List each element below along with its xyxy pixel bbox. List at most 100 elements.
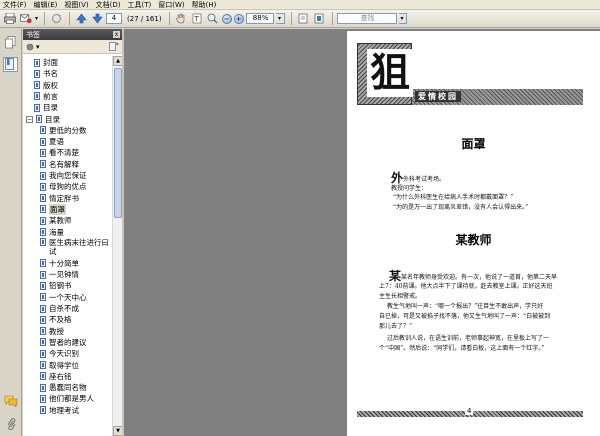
- bookmark-icon: [40, 194, 46, 203]
- bookmark-item[interactable]: 前言: [23, 91, 112, 102]
- section1-line: “为的是万一出了现离炎差错，没有人会认得出来。”: [393, 204, 529, 211]
- bookmark-item[interactable]: 某教师: [23, 215, 112, 226]
- bookmark-item[interactable]: 我向您保证: [23, 170, 112, 181]
- banner-text: 爱情校园: [415, 91, 461, 102]
- new-bookmark-button[interactable]: [109, 42, 119, 51]
- bookmark-label: 目录: [43, 103, 58, 113]
- bookmark-item[interactable]: 版权: [23, 80, 112, 91]
- rotate-icon[interactable]: [49, 12, 63, 26]
- toolbar-separator: [290, 12, 292, 25]
- section2-title: 某教师: [455, 233, 492, 247]
- bookmark-item[interactable]: 名有解释: [23, 159, 112, 170]
- bookmark-item[interactable]: 地理考试: [23, 405, 112, 416]
- bookmark-item[interactable]: 看不清楚: [23, 147, 112, 158]
- select-tool-icon[interactable]: T: [190, 12, 204, 26]
- bookmark-item[interactable]: 他们都是男人: [23, 393, 112, 404]
- section1-line: “为什么外科医生在给病人手术时都戴面罩？”: [393, 194, 514, 201]
- bookmark-item[interactable]: 情定胖书: [23, 193, 112, 204]
- minus-icon[interactable]: −: [221, 13, 232, 24]
- bookmark-label: 他们都是男人: [49, 394, 94, 404]
- options-button[interactable]: ▾: [26, 43, 40, 51]
- bookmark-item[interactable]: 母狗的优点: [23, 181, 112, 192]
- arrow-down-icon[interactable]: [90, 12, 104, 26]
- bookmark-icon: [40, 259, 46, 268]
- bookmark-item[interactable]: 封面: [23, 57, 112, 68]
- bookmark-icon: [40, 205, 46, 214]
- collapse-icon[interactable]: −: [26, 115, 33, 123]
- bookmark-item[interactable]: 更低的分数: [23, 125, 112, 136]
- scrollbar-thumb[interactable]: [114, 68, 122, 218]
- bookmark-item[interactable]: 一个天中心: [23, 292, 112, 303]
- bookmark-item[interactable]: 书名: [23, 68, 112, 79]
- attachments-icon[interactable]: [3, 417, 18, 432]
- bookmark-item[interactable]: 面罩: [23, 203, 112, 215]
- bookmark-label: 夏语: [49, 137, 64, 147]
- bookmark-label: 不及格: [49, 315, 72, 325]
- menu-view[interactable]: 视图(V): [64, 0, 88, 10]
- pages-icon[interactable]: [3, 35, 18, 50]
- bookmark-item[interactable]: 取得学位: [23, 360, 112, 371]
- bookmark-label: 地理考试: [49, 405, 79, 415]
- bookmark-label: 目录: [45, 114, 60, 124]
- zoom-level-input[interactable]: 88%: [245, 13, 274, 24]
- bookmark-item[interactable]: 海量: [23, 227, 112, 238]
- bookmark-item[interactable]: 座右铭: [23, 371, 112, 382]
- search-dropdown-chevron-icon[interactable]: ▾: [398, 13, 407, 24]
- printer-icon[interactable]: [3, 12, 17, 26]
- page-number: 4: [465, 407, 474, 415]
- bookmark-item[interactable]: 自杀不成: [23, 303, 112, 314]
- email-icon[interactable]: [19, 12, 33, 26]
- bookmark-item[interactable]: 智者的建议: [23, 337, 112, 348]
- bookmark-label: 前言: [43, 91, 58, 101]
- document-page: 狙 爱情校园 面罩 外外科考试考场。 教授问学生： “为什么外科医生在给病人手术…: [347, 31, 600, 436]
- bookmark-icon: [34, 58, 40, 67]
- bookmark-icon: [34, 92, 40, 101]
- toolbar: ▾ 4 (27 / 161) T − + 88% ▾ 查找 ▾: [0, 10, 600, 28]
- hand-tool-icon[interactable]: [174, 12, 188, 26]
- actual-size-icon[interactable]: [296, 12, 310, 26]
- bookmark-item[interactable]: 一见钟情: [23, 269, 112, 280]
- plus-icon[interactable]: +: [233, 13, 244, 24]
- section2-line-text: 某名年教师身受欢迎。有一次，他说了一道首，他第二天早: [401, 274, 558, 281]
- bookmark-item[interactable]: 目录: [23, 102, 112, 113]
- section1-title: 面罩: [461, 137, 486, 151]
- chevron-down-icon[interactable]: ▾: [35, 12, 38, 26]
- menu-document[interactable]: 文档(D): [96, 0, 121, 10]
- bookmark-label: 一个天中心: [49, 292, 87, 302]
- bookmark-label: 名有解释: [49, 159, 79, 169]
- bookmark-item[interactable]: − 目录: [23, 114, 112, 125]
- comments-icon[interactable]: [3, 393, 18, 408]
- zoom-tool-icon[interactable]: [206, 12, 220, 26]
- arrow-up-icon[interactable]: [74, 12, 88, 26]
- bookmark-item[interactable]: 教授: [23, 326, 112, 337]
- bookmark-item[interactable]: 十分简单: [23, 258, 112, 269]
- bookmark-icon: [40, 270, 46, 279]
- bookmark-item[interactable]: 今天识别: [23, 348, 112, 359]
- fit-page-icon[interactable]: [312, 12, 326, 26]
- bookmark-label: 取得学位: [49, 360, 79, 370]
- bookmark-item[interactable]: 医生病末往进行曰试: [23, 237, 112, 258]
- bookmark-icon: [40, 315, 46, 324]
- toolbar-separator: [69, 12, 71, 25]
- document-area[interactable]: 狙 爱情校园 面罩 外外科考试考场。 教授问学生： “为什么外科医生在给病人手术…: [124, 29, 600, 436]
- menu-file[interactable]: 文件(F): [3, 0, 27, 10]
- menu-tools[interactable]: 工具(T): [128, 0, 152, 10]
- bookmark-icon: [40, 126, 46, 135]
- page-number-input[interactable]: 4: [106, 13, 123, 24]
- zoom-dropdown-chevron-icon[interactable]: ▾: [275, 13, 285, 24]
- scrollbar[interactable]: ▲ ▼: [112, 56, 123, 436]
- close-icon[interactable]: x: [113, 31, 120, 38]
- navigation-strip: [0, 29, 22, 436]
- bookmarks-icon[interactable]: [3, 57, 18, 72]
- toolbar-separator: [168, 12, 170, 25]
- search-input[interactable]: 查找: [336, 13, 397, 24]
- menu-edit[interactable]: 编辑(E): [34, 0, 58, 10]
- bookmark-item[interactable]: 愚蠢同名物: [23, 382, 112, 393]
- bookmark-icon: [40, 327, 46, 336]
- bookmark-item[interactable]: 夏语: [23, 136, 112, 147]
- bookmark-item[interactable]: 铅钢书: [23, 280, 112, 291]
- menu-window[interactable]: 窗口(W): [158, 0, 184, 10]
- chapter-banner: 狙 爱情校园: [357, 43, 583, 107]
- menu-help[interactable]: 帮助(H): [192, 0, 217, 10]
- bookmark-item[interactable]: 不及格: [23, 314, 112, 325]
